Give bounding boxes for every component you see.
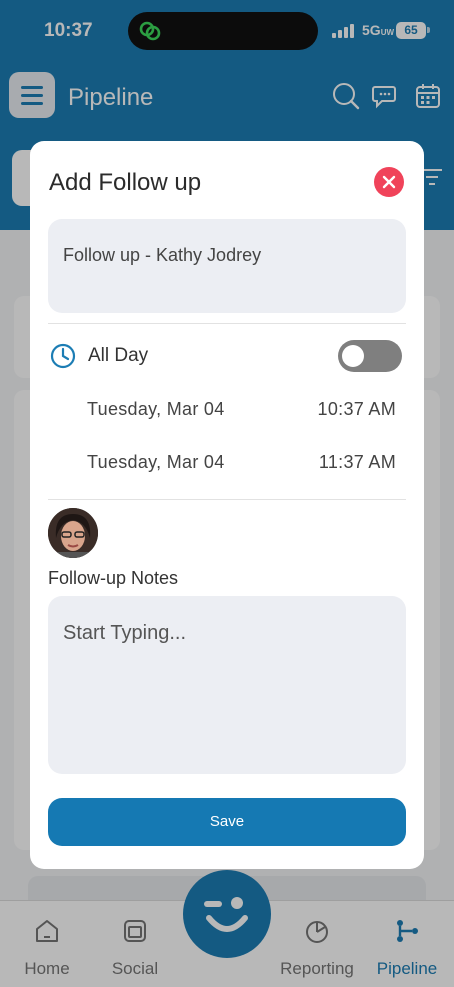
avatar[interactable] — [48, 508, 98, 558]
start-time[interactable]: 10:37 AM — [318, 399, 396, 420]
save-button[interactable]: Save — [48, 798, 406, 846]
end-time[interactable]: 11:37 AM — [319, 452, 396, 473]
close-button[interactable] — [374, 167, 404, 197]
follow-up-title-field[interactable]: Follow up - Kathy Jodrey — [48, 219, 406, 313]
divider — [48, 499, 406, 500]
modal-title: Add Follow up — [49, 169, 202, 196]
divider — [48, 323, 406, 324]
avatar-image — [48, 508, 98, 558]
all-day-label: All Day — [88, 345, 149, 366]
follow-up-notes-field[interactable] — [48, 596, 406, 774]
clock-icon — [50, 343, 76, 369]
add-follow-up-modal: Add Follow up Follow up - Kathy Jodrey A… — [30, 141, 424, 869]
toggle-knob — [342, 345, 364, 367]
start-date[interactable]: Tuesday, Mar 04 — [87, 399, 225, 420]
all-day-toggle[interactable] — [338, 340, 402, 372]
notes-label: Follow-up Notes — [48, 568, 179, 588]
end-date[interactable]: Tuesday, Mar 04 — [87, 452, 225, 473]
close-icon — [382, 175, 396, 189]
